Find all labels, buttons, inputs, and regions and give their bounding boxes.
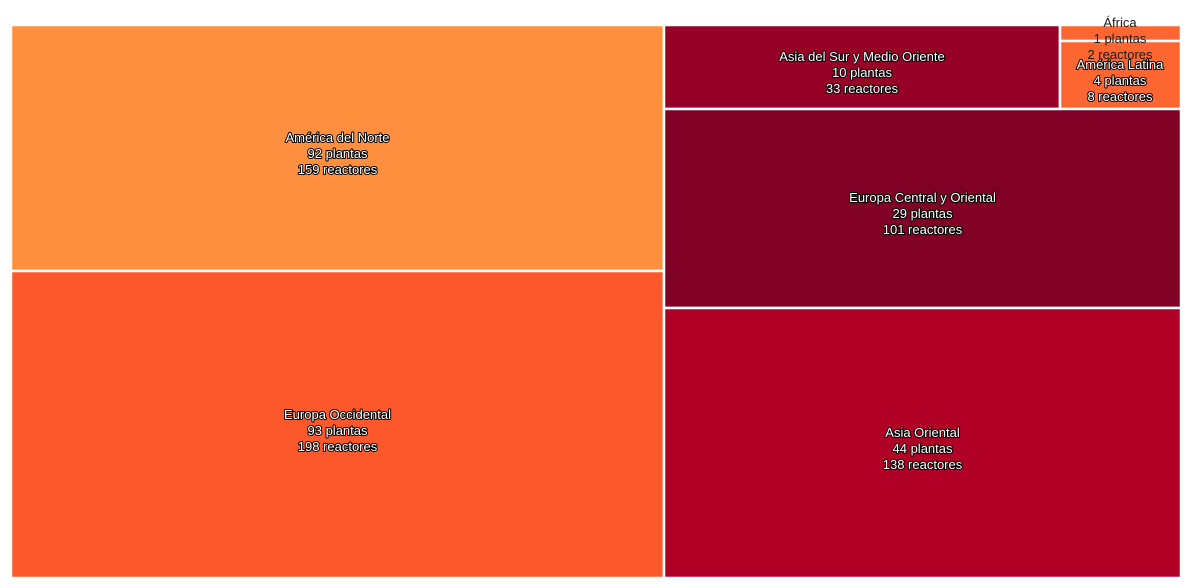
tile-label-line: América Latina (1077, 57, 1164, 72)
tile-label-asia-oriental: Asia Oriental 44 plantas 138 reactores (883, 425, 963, 472)
treemap-tiles (9, 23, 1183, 580)
tile-label-line: 8 reactores (1087, 89, 1153, 104)
tile-label-line: 10 plantas (832, 65, 892, 80)
tile-label-line: 1 plantas (1094, 31, 1147, 46)
tile-label-line: 29 plantas (893, 206, 953, 221)
tile-label-line: 33 reactores (826, 81, 899, 96)
tile-label-africa: África 1 plantas 2 reactores (1087, 15, 1153, 62)
tile-label-line: Asia del Sur y Medio Oriente (779, 49, 944, 64)
tile-label-line: 159 reactores (298, 162, 378, 177)
tile-label-line: 101 reactores (883, 222, 963, 237)
tile-label-line: 198 reactores (298, 439, 378, 454)
tile-label-line: Europa Central y Oriental (849, 190, 996, 205)
tile-label-line: 93 plantas (308, 423, 368, 438)
tile-label-line: 92 plantas (308, 146, 368, 161)
tile-label-line: 44 plantas (893, 441, 953, 456)
treemap-chart: América del Norte 92 plantas 159 reactores… (9, 15, 1183, 580)
tile-label-line: Asia Oriental (885, 425, 960, 440)
tile-label-line: América del Norte (285, 130, 389, 145)
tile-label-line: Europa Occidental (284, 407, 391, 422)
tile-label-line: 138 reactores (883, 457, 963, 472)
tile-label-line: África (1103, 15, 1137, 30)
tile-label-line: 4 plantas (1094, 73, 1147, 88)
